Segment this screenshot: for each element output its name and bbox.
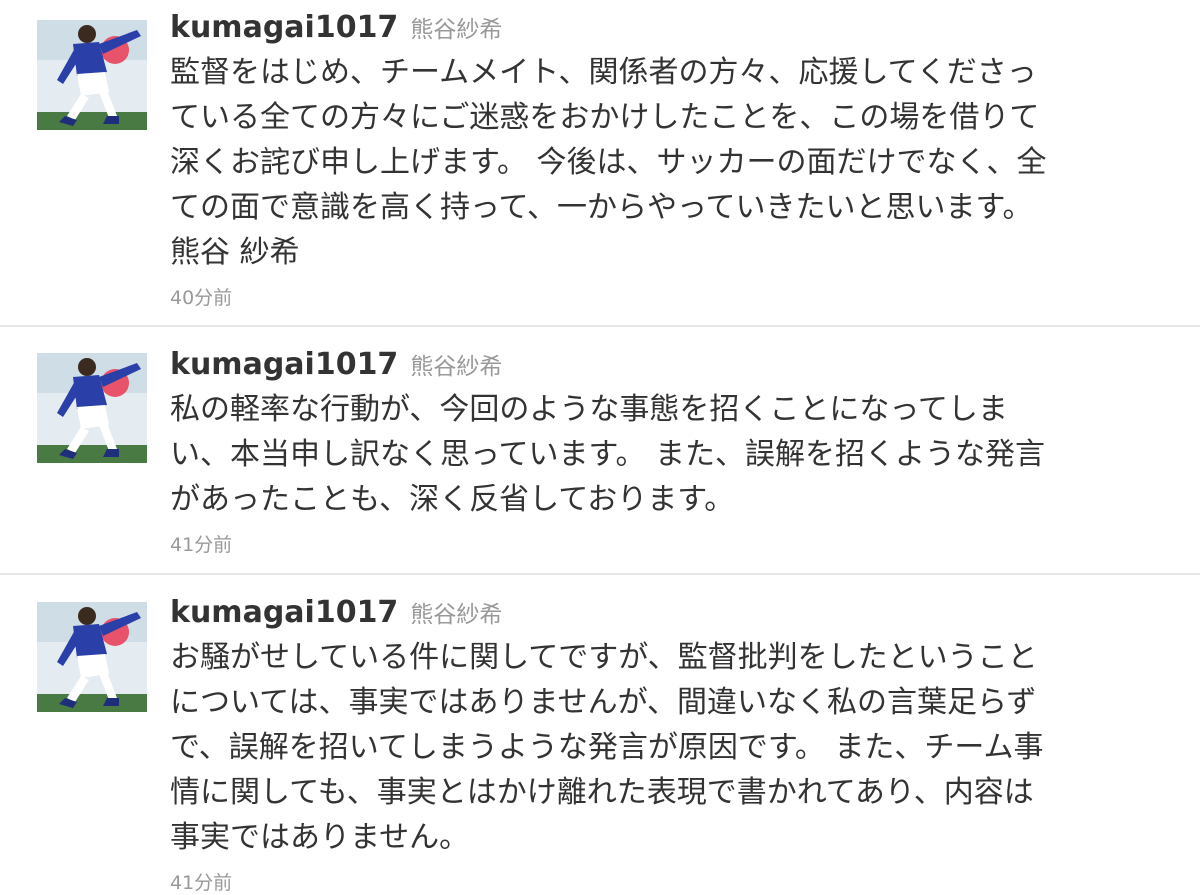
tweet-text-line: 熊谷 紗希 — [170, 235, 300, 270]
tweet-text-line: 私の軽率な行動が、今回のような事態を招くことになってしま — [170, 392, 1008, 427]
profile-photo-soccer-player-icon — [37, 20, 147, 130]
timestamp-link[interactable]: 41分前 — [170, 530, 232, 557]
screen-name-link[interactable]: kumagai1017 — [170, 347, 398, 382]
tweet-text-line: については、事実ではありませんが、間違いなく私の言葉足らず — [170, 685, 1037, 720]
tweet-text-line: 深くお詫び申し上げます。 今後は、サッカーの面だけでなく、全 — [170, 145, 1047, 180]
tweet-timeline: kumagai1017 熊谷紗希 監督をはじめ、チームメイト、関係者の方々、応援し… — [0, 0, 1200, 895]
full-name[interactable]: 熊谷紗希 — [410, 354, 502, 380]
tweet-text-line: い、本当申し訳なく思っています。 また、誤解を招くような発言 — [170, 437, 1046, 472]
tweet-text-line: 事実ではありません。 — [170, 820, 470, 855]
tweet-content: kumagai1017 熊谷紗希 監督をはじめ、チームメイト、関係者の方々、応援し… — [170, 10, 1170, 310]
tweet-text-line: で、誤解を招いてしまうような発言が原因です。 また、チーム事 — [170, 730, 1044, 765]
tweet-content: kumagai1017 熊谷紗希 お騒がせしている件に関してですが、監督批判をした… — [170, 595, 1170, 895]
tweet-content: kumagai1017 熊谷紗希 私の軽率な行動が、今回のような事態を招くことにな… — [170, 347, 1170, 557]
tweet-header: kumagai1017 熊谷紗希 — [170, 347, 1170, 387]
screen-name-link[interactable]: kumagai1017 — [170, 595, 398, 630]
tweet-header: kumagai1017 熊谷紗希 — [170, 10, 1170, 50]
full-name[interactable]: 熊谷紗希 — [410, 602, 502, 628]
tweet-text: お騒がせしている件に関してですが、監督批判をしたということ については、事実では… — [170, 635, 1170, 860]
tweet-item: kumagai1017 熊谷紗希 私の軽率な行動が、今回のような事態を招くことにな… — [0, 327, 1200, 575]
profile-photo-soccer-player-icon — [37, 353, 147, 463]
tweet-text: 監督をはじめ、チームメイト、関係者の方々、応援してくださっ ている全ての方々にご… — [170, 50, 1170, 275]
tweet-text-line: があったことも、深く反省しております。 — [170, 482, 735, 517]
timestamp-link[interactable]: 40分前 — [170, 283, 232, 310]
tweet-text-line: ている全ての方々にご迷惑をおかけしたことを、この場を借りて — [170, 100, 1040, 135]
screen-name-link[interactable]: kumagai1017 — [170, 10, 398, 45]
profile-photo-soccer-player-icon — [37, 602, 147, 712]
avatar[interactable] — [37, 602, 147, 712]
timestamp-link[interactable]: 41分前 — [170, 868, 232, 895]
avatar[interactable] — [37, 353, 147, 463]
tweet-text-line: お騒がせしている件に関してですが、監督批判をしたということ — [170, 640, 1038, 675]
avatar[interactable] — [37, 20, 147, 130]
full-name[interactable]: 熊谷紗希 — [410, 17, 502, 43]
tweet-text: 私の軽率な行動が、今回のような事態を招くことになってしま い、本当申し訳なく思っ… — [170, 387, 1170, 522]
tweet-text-line: ての面で意識を高く持って、一からやっていきたいと思います。 — [170, 190, 1033, 225]
tweet-item: kumagai1017 熊谷紗希 お騒がせしている件に関してですが、監督批判をした… — [0, 575, 1200, 895]
tweet-header: kumagai1017 熊谷紗希 — [170, 595, 1170, 635]
tweet-text-line: 情に関しても、事実とはかけ離れた表現で書かれてあり、内容は — [170, 775, 1034, 810]
tweet-item: kumagai1017 熊谷紗希 監督をはじめ、チームメイト、関係者の方々、応援し… — [0, 0, 1200, 327]
tweet-text-line: 監督をはじめ、チームメイト、関係者の方々、応援してくださっ — [170, 55, 1037, 90]
